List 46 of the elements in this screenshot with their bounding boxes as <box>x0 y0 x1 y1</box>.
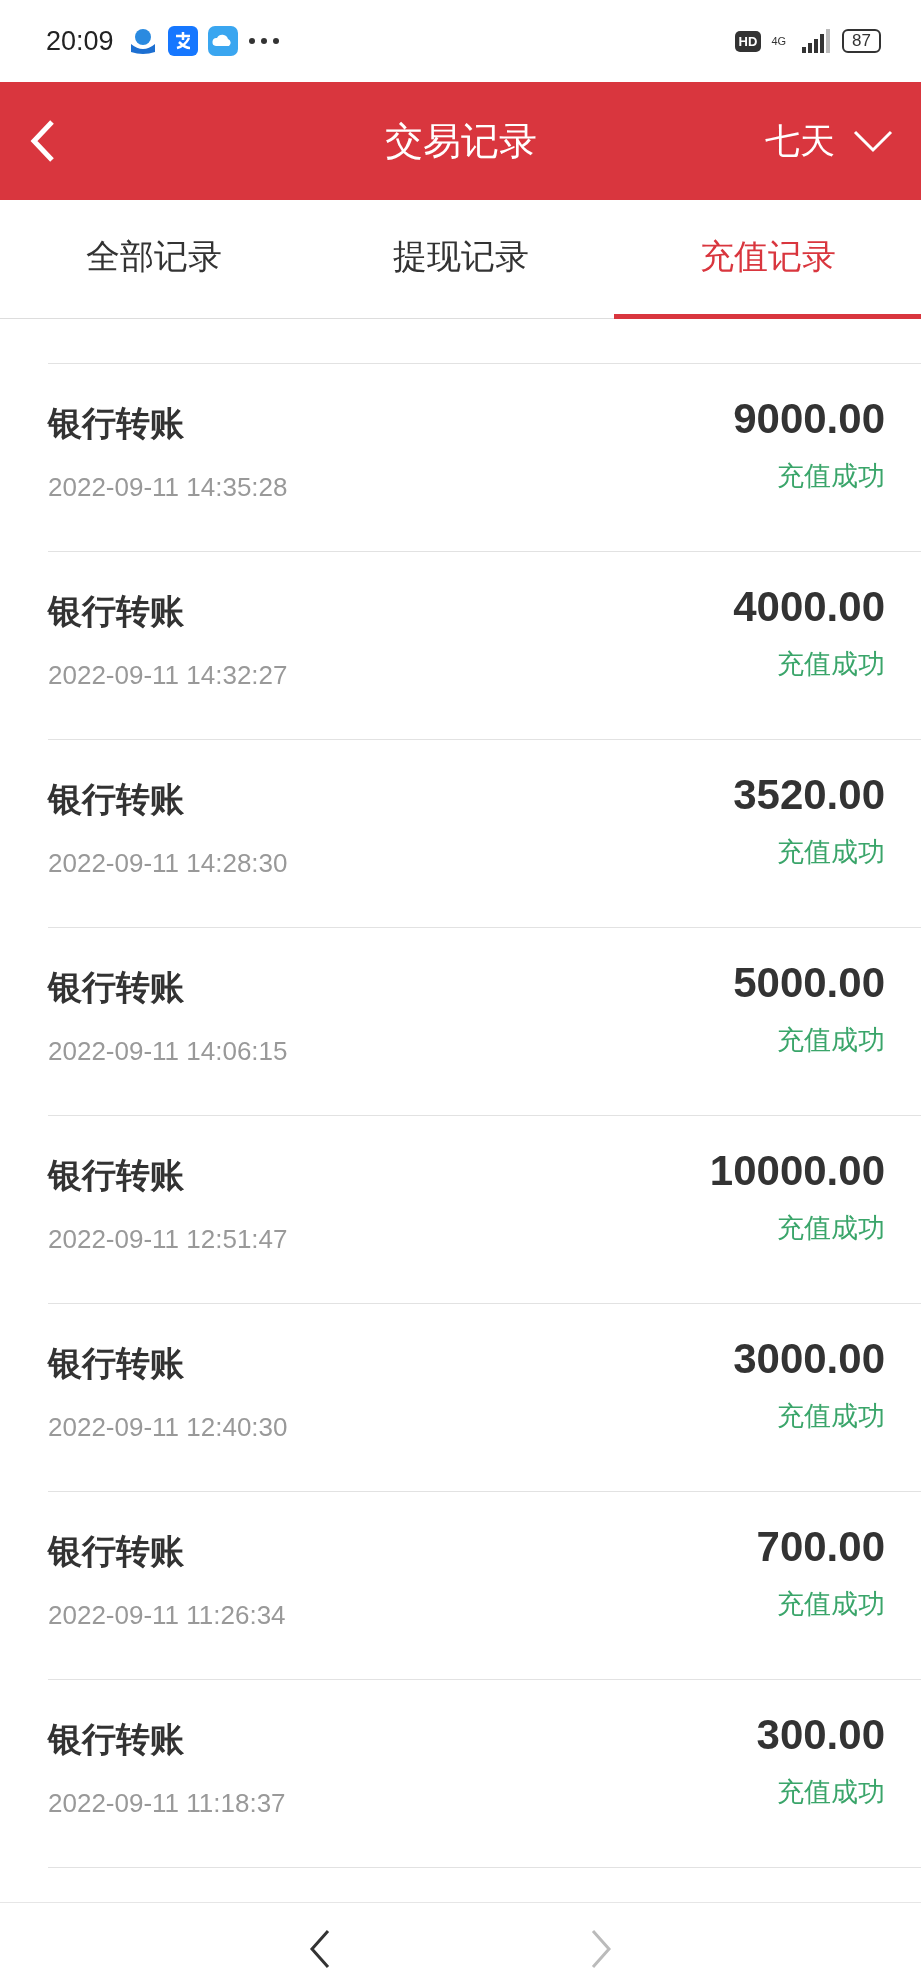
battery-indicator: 87 <box>842 29 881 53</box>
record-status: 充值成功 <box>777 1775 885 1809</box>
record-status: 充值成功 <box>777 459 885 493</box>
page-title: 交易记录 <box>383 117 538 165</box>
record-time: 2022-09-11 14:35:28 <box>48 472 288 503</box>
chevron-down-icon[interactable] <box>853 129 893 153</box>
record-title: 银行转账 <box>48 970 184 1004</box>
record-title: 银行转账 <box>48 1346 184 1380</box>
cloud-app-icon <box>207 26 238 56</box>
record-title: 银行转账 <box>48 1722 184 1756</box>
record-amount: 10000.00 <box>709 1150 885 1192</box>
record-amount: 3520.00 <box>733 774 885 816</box>
payment-app-icon <box>167 26 198 56</box>
record-amount: 9000.00 <box>733 398 885 440</box>
period-selector[interactable]: 七天 <box>765 117 835 165</box>
record-amount: 4000.00 <box>733 586 885 628</box>
record-status: 充值成功 <box>777 1211 885 1245</box>
hd-badge: HD <box>734 30 762 52</box>
back-icon[interactable] <box>309 1929 332 1969</box>
record-amount: 3000.00 <box>733 1338 885 1380</box>
record-title: 银行转账 <box>48 1158 184 1192</box>
record-status: 充值成功 <box>777 647 885 681</box>
record-time: 2022-09-11 11:26:34 <box>48 1600 286 1631</box>
record-status: 充值成功 <box>777 1587 885 1621</box>
tab[interactable]: 提现记录 <box>307 200 614 319</box>
record-amount: 700.00 <box>756 1526 885 1568</box>
tab[interactable]: 全部记录 <box>0 200 307 319</box>
record-amount: 300.00 <box>756 1714 885 1756</box>
record-status: 充值成功 <box>777 1399 885 1433</box>
record-title: 银行转账 <box>48 1534 184 1568</box>
record-title: 银行转账 <box>48 406 184 440</box>
status-time: 20:09 <box>46 25 114 57</box>
record-time: 2022-09-11 14:06:15 <box>48 1036 288 1067</box>
record-time: 2022-09-11 11:18:37 <box>48 1788 286 1819</box>
record-time: 2022-09-11 14:32:27 <box>48 660 288 691</box>
tab[interactable]: 充值记录 <box>614 200 921 319</box>
network-label: 4G <box>771 35 787 47</box>
record-status: 充值成功 <box>777 1023 885 1057</box>
record-time: 2022-09-11 12:40:30 <box>48 1412 288 1443</box>
record-status: 充值成功 <box>777 835 885 869</box>
record-title: 银行转账 <box>48 782 184 816</box>
more-icon <box>247 37 280 45</box>
record-time: 2022-09-11 14:28:30 <box>48 848 288 879</box>
record-amount: 5000.00 <box>733 962 885 1004</box>
record-title: 银行转账 <box>48 594 184 628</box>
record-time: 2022-09-11 12:51:47 <box>48 1224 288 1255</box>
